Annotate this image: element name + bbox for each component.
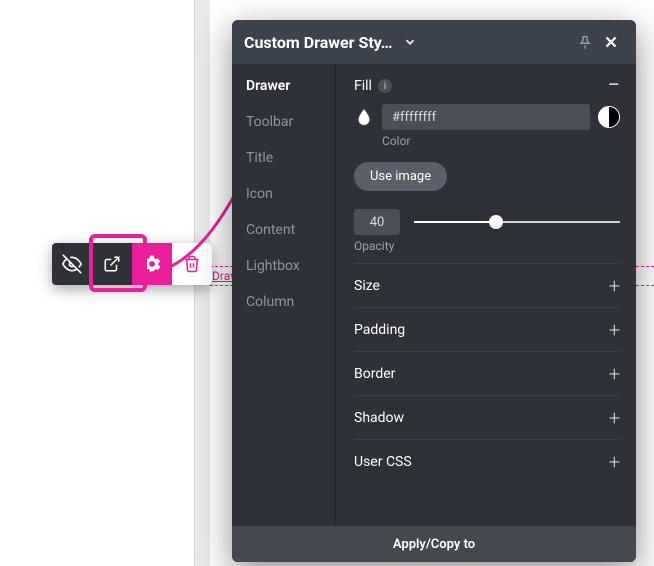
accordion-label: Border (354, 366, 395, 382)
sidebar-item-lightbox[interactable]: Lightbox (232, 258, 335, 274)
plus-icon: + (609, 362, 620, 386)
accordion-padding[interactable]: Padding + (354, 307, 620, 351)
plus-icon: + (609, 274, 620, 298)
panel-main: Fill i − Color Use image Opaci (336, 64, 636, 526)
sidebar-item-toolbar[interactable]: Toolbar (232, 114, 335, 130)
panel-header: Custom Drawer Sty… (232, 20, 636, 64)
style-panel: Custom Drawer Sty… Drawer Toolbar Title Ico… (232, 20, 636, 562)
trash-icon (183, 255, 201, 273)
sidebar-item-title[interactable]: Title (232, 150, 335, 166)
panel-sidebar: Drawer Toolbar Title Icon Content Lightbox Col… (232, 64, 336, 526)
chevron-down-icon (403, 35, 417, 49)
gear-icon (142, 254, 162, 274)
open-external-button[interactable] (92, 243, 132, 285)
apply-copy-button[interactable]: Apply/Copy to (232, 526, 636, 562)
accordion-label: Padding (354, 322, 405, 338)
fill-color-label: Color (382, 134, 620, 148)
use-image-button[interactable]: Use image (354, 162, 447, 191)
panel-title: Custom Drawer Sty… (244, 33, 393, 52)
opacity-slider[interactable] (414, 213, 620, 231)
close-icon (602, 33, 620, 51)
settings-button[interactable] (132, 243, 172, 285)
plus-icon: + (609, 318, 620, 342)
contrast-button[interactable] (598, 106, 620, 128)
info-icon[interactable]: i (378, 79, 392, 93)
visibility-toggle-button[interactable] (52, 243, 92, 285)
sidebar-item-icon[interactable]: Icon (232, 186, 335, 202)
pin-icon (577, 34, 593, 50)
accordion-shadow[interactable]: Shadow + (354, 395, 620, 439)
opacity-label: Opacity (354, 239, 620, 253)
accordion-label: Size (354, 278, 380, 294)
element-toolbar (52, 243, 212, 285)
fill-color-input[interactable] (382, 104, 590, 130)
droplet-icon (354, 106, 374, 128)
open-external-icon (103, 255, 121, 273)
opacity-input[interactable] (354, 209, 400, 235)
sidebar-item-content[interactable]: Content (232, 222, 335, 238)
accordion-size[interactable]: Size + (354, 263, 620, 307)
sidebar-item-column[interactable]: Column (232, 294, 335, 310)
accordion-label: Shadow (354, 410, 404, 426)
accordion-label: User CSS (354, 454, 412, 470)
panel-title-dropdown[interactable] (403, 35, 417, 49)
sidebar-item-drawer[interactable]: Drawer (232, 78, 335, 94)
close-button[interactable] (598, 29, 624, 55)
plus-icon: + (609, 450, 620, 474)
delete-button[interactable] (172, 243, 212, 285)
accordion-border[interactable]: Border + (354, 351, 620, 395)
fill-section-title: Fill (354, 78, 372, 94)
plus-icon: + (609, 406, 620, 430)
pin-button[interactable] (572, 29, 598, 55)
accordion-user-css[interactable]: User CSS + (354, 439, 620, 483)
eye-off-icon (62, 254, 82, 274)
